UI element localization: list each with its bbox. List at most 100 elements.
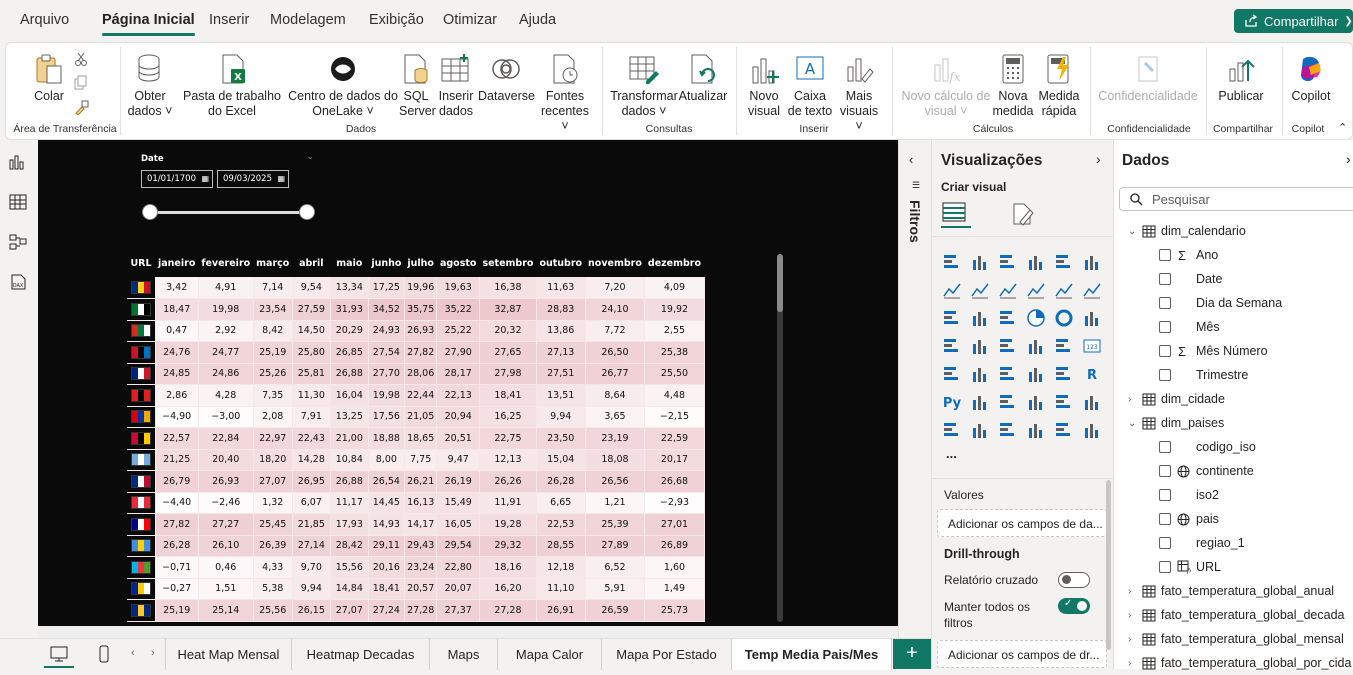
field-checkbox[interactable] [1159,273,1171,285]
field-checkbox[interactable] [1159,489,1171,501]
menu-ajuda[interactable]: Ajuda [519,12,556,28]
paginated-report-icon[interactable] [1054,392,1074,412]
table-row[interactable]: 27,82 27,27 25,45 21,85 17,93 14,93 14,17 16,05… [127,513,705,536]
funnel-chart-icon[interactable] [970,308,990,328]
dax-query-view-icon[interactable]: DAX [9,274,27,290]
card-icon[interactable]: 123 [1082,336,1102,356]
cut-icon[interactable] [74,51,88,67]
gauge-icon[interactable] [1054,336,1074,356]
tab-maps[interactable]: Maps [430,639,498,670]
column-header-month[interactable]: fevereiro [198,250,254,277]
treemap-icon[interactable] [1082,308,1102,328]
tab-mapa-por-estado[interactable]: Mapa Por Estado [602,639,732,670]
transform-data-button[interactable]: Transformar dados ˅ [610,53,678,119]
prev-page-icon[interactable]: ‹ [131,647,135,659]
slicer-start-handle[interactable] [142,204,158,220]
clustered-column-chart-icon[interactable] [1026,252,1046,272]
decomposition-tree-icon[interactable] [998,392,1018,412]
chevron-right-icon[interactable]: › [1128,634,1131,645]
new-visual-button[interactable]: Novo visual [744,53,784,119]
column-header-month[interactable]: outubro [536,250,586,277]
copilot-button[interactable]: Copilot [1288,53,1334,104]
diamond-visual-icon[interactable] [1054,420,1074,440]
filters-pane-collapsed[interactable]: ‹ ☰ Filtros [898,140,931,638]
donut-chart-icon[interactable] [1054,308,1074,328]
column-header-month[interactable]: abril [292,250,331,277]
dataverse-button[interactable]: Dataverse [478,53,535,104]
table-row[interactable]: 25,19 25,14 25,56 26,15 27,07 27,24 27,28 27,37… [127,599,705,622]
get-data-button[interactable]: Obter dados ˅ [126,53,174,119]
power-apps-icon[interactable] [970,420,990,440]
chevron-right-icon[interactable]: › [1128,658,1131,669]
power-automate-icon[interactable] [998,420,1018,440]
table-row[interactable]: 24,76 24,77 25,19 25,80 26,85 27,54 27,82 27,90… [127,341,705,364]
field-checkbox[interactable] [1159,537,1171,549]
waterfall-chart-icon[interactable] [942,308,962,328]
column-header-month[interactable]: dezembro [644,250,705,277]
pie-chart-icon[interactable] [1026,308,1046,328]
vertical-scrollbar[interactable] [777,254,783,622]
chevron-right-icon[interactable]: › [1128,586,1131,597]
menu-arquivo[interactable]: Arquivo [20,12,69,28]
recent-sources-button[interactable]: Fontes recentes ˅ [536,53,594,134]
100-stacked-column-chart-icon[interactable] [1082,252,1102,272]
share-button[interactable]: Compartilhar ❯ [1234,9,1353,33]
field-checkbox[interactable] [1159,369,1171,381]
format-painter-icon[interactable] [74,99,90,115]
line-clustered-column-icon[interactable] [1054,280,1074,300]
collapse-ribbon-icon[interactable]: ⌃ [1338,121,1347,134]
column-header-month[interactable]: maio [330,250,369,277]
column-header-month[interactable]: março [253,250,293,277]
tab-heatmap-decadas[interactable]: Heatmap Decadas [292,639,430,670]
new-measure-button[interactable]: Nova medida [992,53,1034,119]
tab-mapa-calor[interactable]: Mapa Calor [498,639,602,670]
scrollbar-thumb[interactable] [777,254,783,312]
column-header-month[interactable]: julho [404,250,437,277]
model-view-icon[interactable] [9,234,27,250]
chevron-visual-icon[interactable] [1082,420,1102,440]
column-header-month[interactable]: janeiro [155,250,199,277]
format-visual-icon[interactable] [1010,202,1036,226]
cross-report-toggle[interactable] [1058,572,1090,588]
more-visuals-ellipsis[interactable]: ... [946,446,957,461]
build-visual-tab[interactable] [941,200,971,228]
table-row[interactable]: 21,25 20,40 18,20 14,28 10,84 8,00 7,75 9,47 12,… [127,449,705,471]
tab-heat-map-mensal[interactable]: Heat Map Mensal [166,639,292,670]
r-visual-icon[interactable]: R [1082,364,1102,384]
table-row[interactable]: 0,47 2,92 8,42 14,50 20,29 24,93 26,93 25,22 20,… [127,320,705,342]
column-header-month[interactable]: junho [368,250,405,277]
expand-filters-icon[interactable]: ‹ [909,152,913,167]
keep-filters-toggle[interactable]: ✓ [1058,598,1090,614]
100-stacked-bar-chart-icon[interactable] [1054,252,1074,272]
more-visuals-button[interactable]: Mais visuais ˅ [836,53,882,134]
table-row[interactable]: −0,71 0,46 4,33 9,70 15,56 20,16 23,24 22,80 18,… [127,556,705,579]
area-chart-icon[interactable] [970,280,990,300]
field-checkbox[interactable] [1159,345,1171,357]
enter-data-button[interactable]: Inserir dados [436,53,476,119]
table-row[interactable]: −0,27 1,51 5,38 9,94 14,84 18,41 20,57 20,07 16,… [127,578,705,600]
table-row[interactable]: 22,57 22,84 22,97 22,43 21,00 18,88 18,65 20,51… [127,427,705,450]
line-chart-icon[interactable] [942,280,962,300]
excel-workbook-button[interactable]: X Pasta de trabalho do Excel [176,53,288,119]
menu-inserir[interactable]: Inserir [209,12,249,28]
refresh-button[interactable]: Atualizar [678,53,728,104]
publish-button[interactable]: Publicar [1214,53,1268,104]
text-box-button[interactable]: A Caixa de texto [786,53,834,119]
copy-icon[interactable] [74,75,88,91]
column-header-url[interactable]: URL [127,250,155,277]
table-row[interactable]: 18,47 19,98 23,54 27,59 31,93 34,52 35,75 35,22… [127,298,705,321]
collapse-viz-icon[interactable]: › [1096,151,1101,167]
menu-otimizar[interactable]: Otimizar [443,12,497,28]
field-checkbox[interactable] [1159,321,1171,333]
chevron-down-icon[interactable]: ⌄ [1128,418,1136,429]
table-row[interactable]: 24,85 24,86 25,26 25,81 26,88 27,70 28,06 28,17… [127,363,705,385]
multi-row-card-icon[interactable] [942,364,962,384]
new-visual-calculation-button[interactable]: fx Novo cálculo de visual ˅ [898,53,994,119]
kpi-icon[interactable] [970,364,990,384]
scatter-chart-icon[interactable] [998,308,1018,328]
field-checkbox[interactable] [1159,513,1171,525]
table-visual-icon[interactable] [1026,364,1046,384]
field-checkbox[interactable] [1159,561,1171,573]
column-header-month[interactable]: setembro [479,250,537,277]
tab-temp-media-pais-mes[interactable]: Temp Media Pais/Mes [732,639,892,670]
